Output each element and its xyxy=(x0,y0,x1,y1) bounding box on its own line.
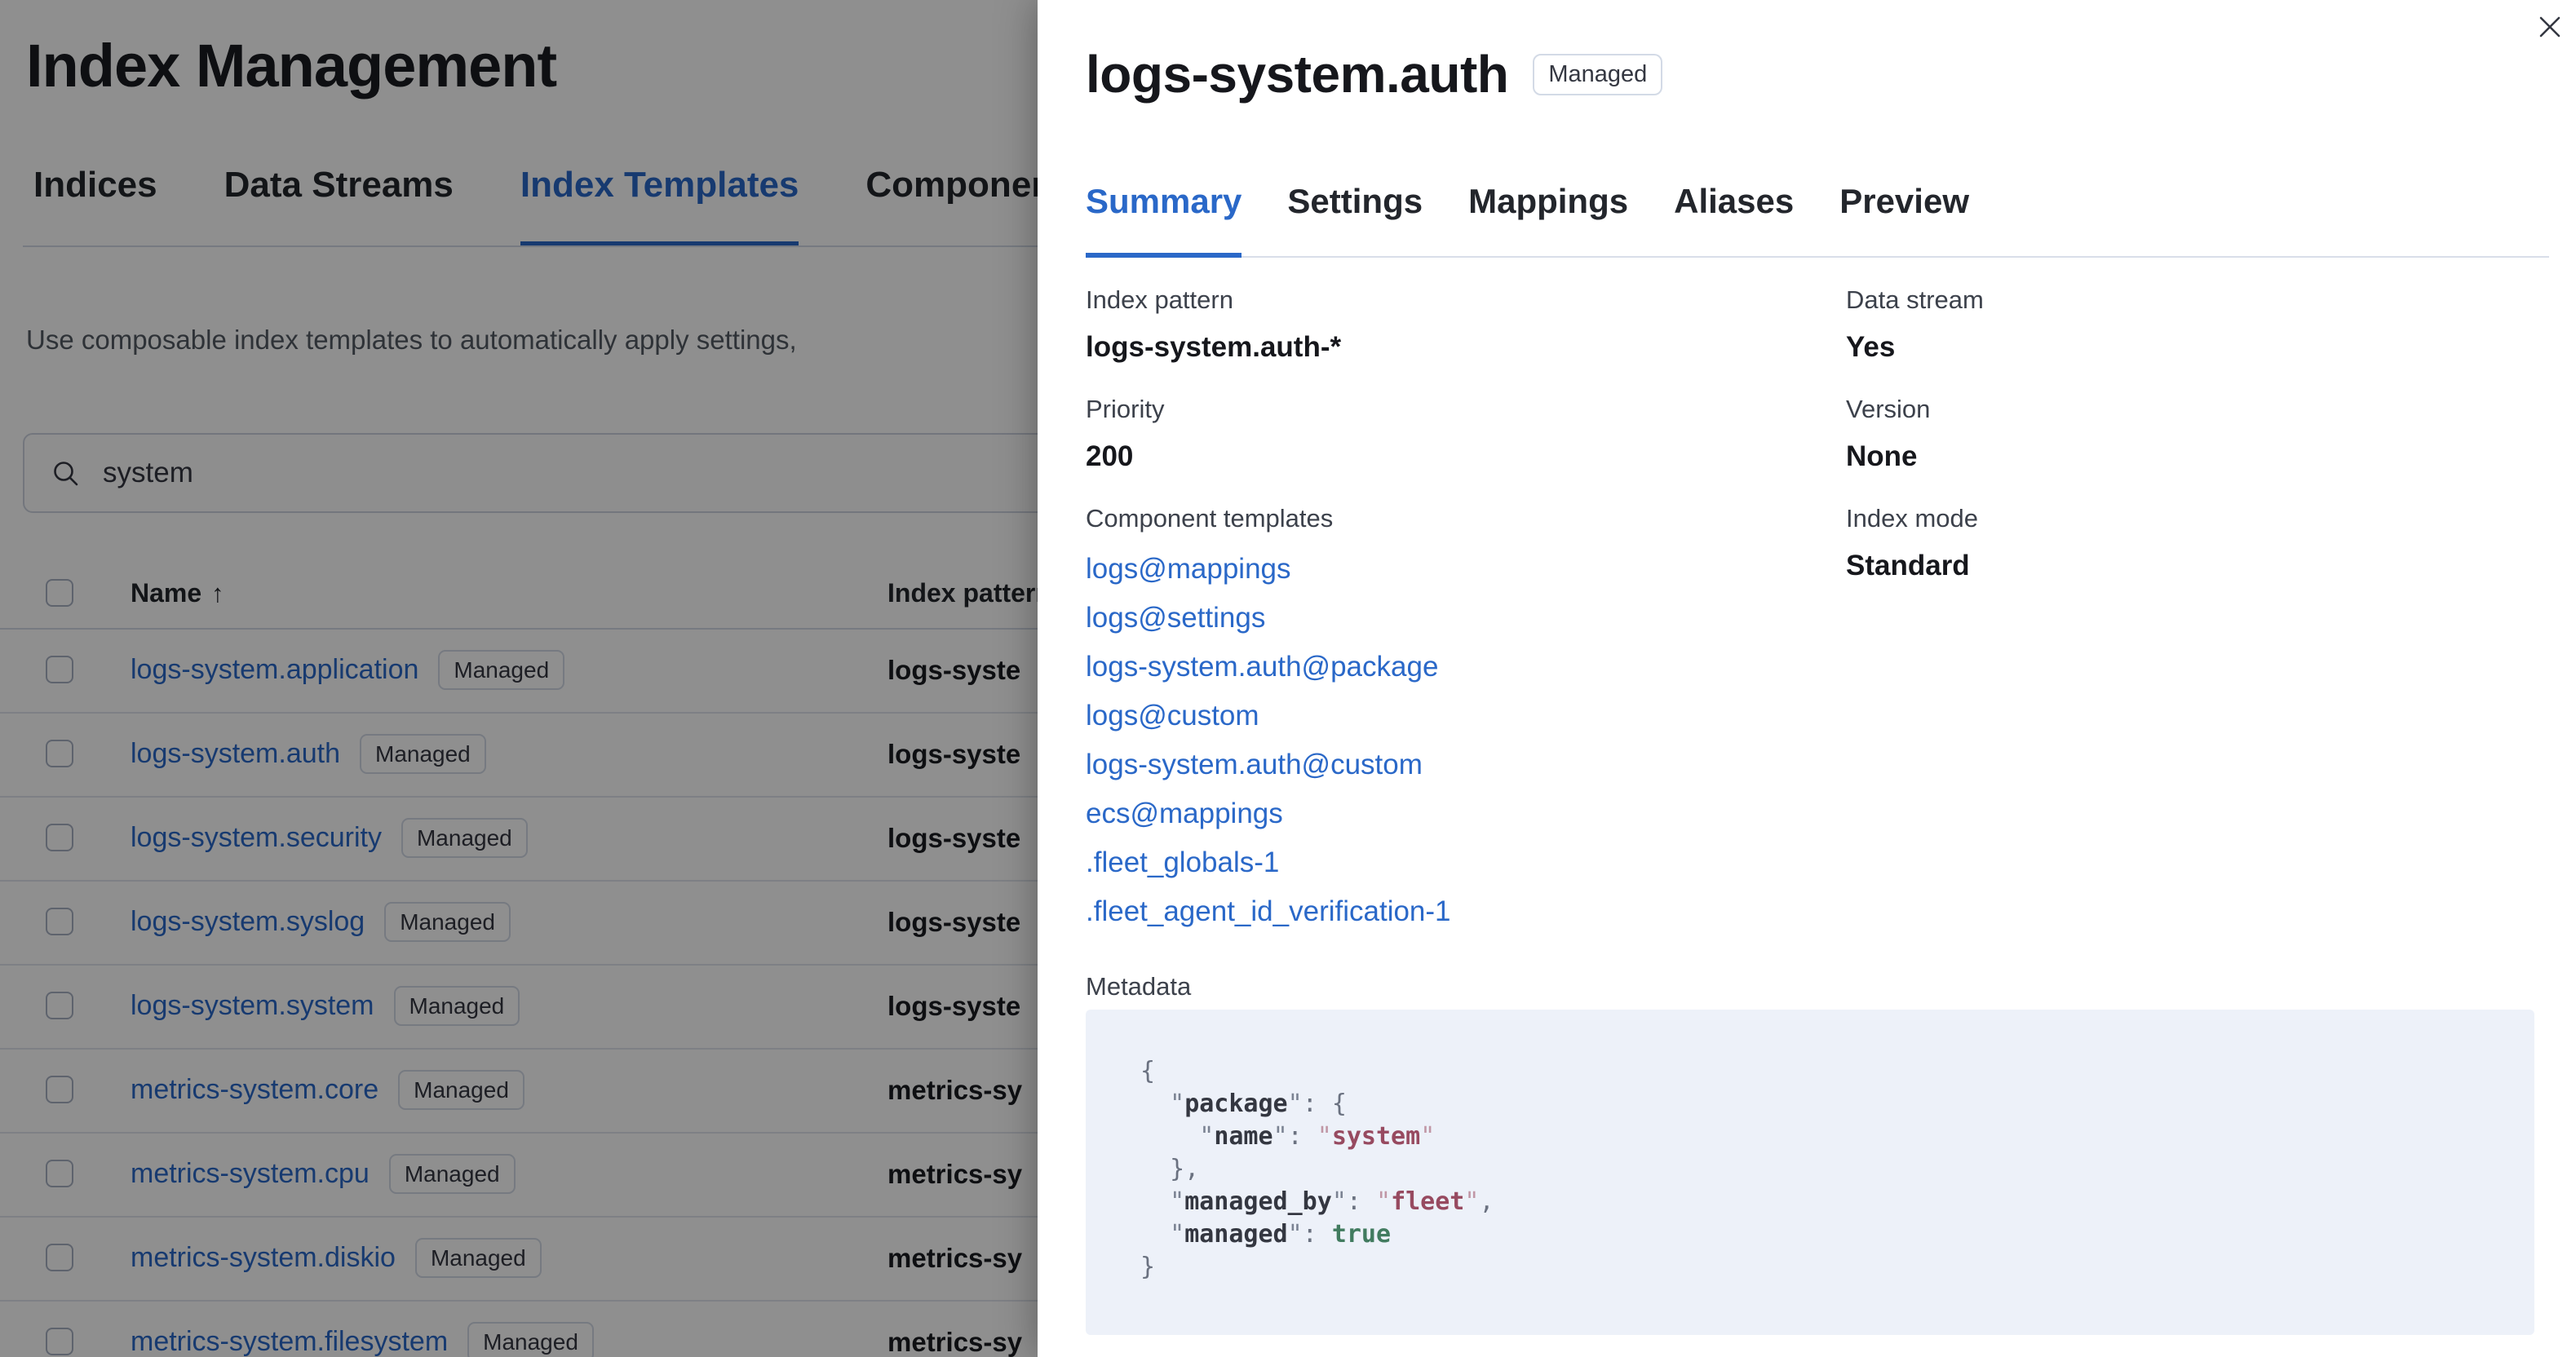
index-mode-label: Index mode xyxy=(1846,504,1978,533)
data-stream-label: Data stream xyxy=(1846,285,1984,314)
metadata-label: Metadata xyxy=(1086,972,1192,1001)
list-item: .fleet_agent_id_verification-1 xyxy=(1086,887,1820,936)
component-templates-list: logs@mappings logs@settings logs-system.… xyxy=(1086,545,1820,936)
list-item: logs-system.auth@custom xyxy=(1086,740,1820,789)
list-item: ecs@mappings xyxy=(1086,789,1820,838)
component-template-link[interactable]: logs-system.auth@custom xyxy=(1086,749,1423,780)
component-template-link[interactable]: logs@custom xyxy=(1086,700,1259,732)
component-template-link[interactable]: .fleet_globals-1 xyxy=(1086,846,1279,878)
list-item: logs@settings xyxy=(1086,594,1820,643)
component-template-link[interactable]: logs-system.auth@package xyxy=(1086,651,1438,683)
summary-right-column: Data stream Yes Version None Index mode … xyxy=(1846,284,2531,612)
list-item: logs-system.auth@package xyxy=(1086,643,1820,692)
tab-summary[interactable]: Summary xyxy=(1086,180,1242,258)
tab-settings[interactable]: Settings xyxy=(1287,180,1423,258)
tab-mappings[interactable]: Mappings xyxy=(1468,180,1628,258)
priority-value: 200 xyxy=(1086,440,1134,472)
index-mode-value: Standard xyxy=(1846,550,1970,581)
summary-left-column: Index pattern logs-system.auth-* Priorit… xyxy=(1086,284,1820,936)
managed-badge: Managed xyxy=(1533,53,1663,95)
component-templates-label: Component templates xyxy=(1086,504,1334,533)
index-pattern-label: Index pattern xyxy=(1086,285,1233,314)
data-stream-value: Yes xyxy=(1846,331,1896,363)
tab-aliases[interactable]: Aliases xyxy=(1674,180,1794,258)
list-item: .fleet_globals-1 xyxy=(1086,838,1820,887)
list-item: logs@custom xyxy=(1086,692,1820,740)
tab-preview[interactable]: Preview xyxy=(1839,180,1969,258)
close-icon xyxy=(2539,16,2561,37)
priority-label: Priority xyxy=(1086,395,1165,423)
version-value: None xyxy=(1846,440,1918,472)
close-button[interactable] xyxy=(2534,11,2566,44)
component-template-link[interactable]: ecs@mappings xyxy=(1086,798,1283,829)
list-item: logs@mappings xyxy=(1086,545,1820,594)
index-pattern-value: logs-system.auth-* xyxy=(1086,331,1342,363)
component-template-link[interactable]: logs@mappings xyxy=(1086,553,1291,585)
flyout-panel: logs-system.auth Managed Summary Setting… xyxy=(1038,0,2576,1357)
version-label: Version xyxy=(1846,395,1931,423)
flyout-tabs: Summary Settings Mappings Aliases Previe… xyxy=(1086,180,2549,258)
component-template-link[interactable]: logs@settings xyxy=(1086,602,1265,634)
metadata-code: { "package": { "name": "system" }, "mana… xyxy=(1086,1010,2534,1335)
index-management-screen: Index Management Indices Data Streams In… xyxy=(0,0,2576,1357)
flyout-title: logs-system.auth xyxy=(1086,45,1509,104)
component-template-link[interactable]: .fleet_agent_id_verification-1 xyxy=(1086,895,1451,927)
